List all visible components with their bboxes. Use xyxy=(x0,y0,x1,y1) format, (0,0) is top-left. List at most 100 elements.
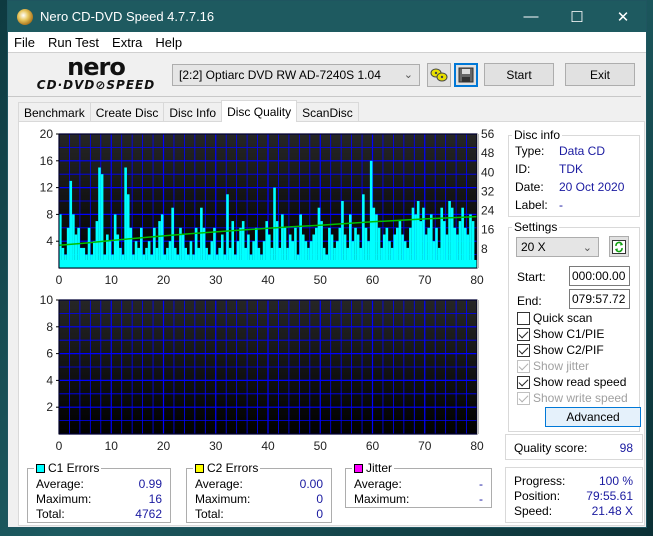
show-jitter-label: Show jitter xyxy=(533,359,590,373)
x-tick-label: 50 xyxy=(314,439,328,453)
c1-bar xyxy=(160,214,164,268)
logo-speed-text: CD·DVD⊘SPEED xyxy=(36,78,156,92)
x-tick-label: 30 xyxy=(209,273,223,287)
c2-maximum-value: 0 xyxy=(316,492,323,506)
x-tick-label: 60 xyxy=(366,439,380,453)
show-read-speed-label: Show read speed xyxy=(533,375,627,389)
menu-help[interactable]: Help xyxy=(155,35,182,50)
show-jitter-checkbox: Show jitter xyxy=(517,359,589,373)
c2-legend-swatch xyxy=(195,463,204,473)
c2-total-value: 0 xyxy=(316,507,323,521)
window-title: Nero CD-DVD Speed 4.7.7.16 xyxy=(40,9,215,24)
c2-chart-svg: 2 4 6 8 10 0 10 20 30 40 50 60 70 80 xyxy=(40,294,484,453)
show-c1-label: Show C1/PIE xyxy=(533,327,605,341)
c1-maximum-label: Maximum: xyxy=(36,492,92,506)
position-label: Position: xyxy=(514,489,561,503)
maximize-button[interactable]: ☐ xyxy=(554,1,600,32)
c1-bar xyxy=(429,214,433,268)
show-write-speed-box xyxy=(517,391,530,405)
x-tick-label: 30 xyxy=(209,439,223,453)
tab-disc-info[interactable]: Disc Info xyxy=(163,102,223,122)
disc-id-value: TDK xyxy=(559,162,583,176)
disc-label-value: - xyxy=(559,198,563,212)
c1-bar xyxy=(100,174,104,268)
end-label: End: xyxy=(517,294,542,308)
exit-button[interactable]: Exit xyxy=(565,63,635,86)
c2-chart: 2 4 6 8 10 0 10 20 30 40 50 60 70 80 xyxy=(23,294,503,460)
close-button[interactable]: ✕ xyxy=(600,1,646,32)
speed-select-value: 20 X xyxy=(521,240,546,254)
jitter-average-label: Average: xyxy=(354,477,402,491)
c1-bar xyxy=(72,214,75,268)
y-tick-label-left: 6 xyxy=(46,347,53,361)
drive-select[interactable]: [2:2] Optiarc DVD RW AD-7240S 1.04 ⌄ xyxy=(172,64,420,86)
y-tick-label-left: 2 xyxy=(46,400,53,414)
c1-bar xyxy=(299,214,302,268)
app-icon xyxy=(17,8,33,25)
y-tick-label-left: 12 xyxy=(40,181,54,195)
tab-benchmark[interactable]: Benchmark xyxy=(18,102,91,122)
y-tick-label-left: 20 xyxy=(40,128,54,141)
tab-scandisc[interactable]: ScanDisc xyxy=(296,102,359,122)
tab-create-disc[interactable]: Create Disc xyxy=(89,102,165,122)
disc-type-value: Data CD xyxy=(559,144,606,158)
c1-bar xyxy=(416,201,420,268)
tab-bar: Benchmark Create Disc Disc Info Disc Qua… xyxy=(18,100,359,122)
x-tick-label: 40 xyxy=(261,439,275,453)
c1-chart: 4 8 12 16 20 0 10 20 30 40 50 60 70 80 8 16 24 32 40 48 56 xyxy=(23,128,503,294)
speed-select[interactable]: 20 X ⌄ xyxy=(516,237,599,257)
show-read-speed-checkbox[interactable]: Show read speed xyxy=(517,375,626,389)
settings-title: Settings xyxy=(512,220,560,234)
x-tick-label: 80 xyxy=(470,273,484,287)
end-input[interactable]: 079:57.72 xyxy=(569,289,630,309)
start-label: Start: xyxy=(517,270,546,284)
progress-box: Progress: 100 % Position: 79:55.61 Speed… xyxy=(505,467,643,523)
c1-bar xyxy=(469,214,472,268)
minimize-button[interactable]: — xyxy=(508,1,554,32)
menu-run-test[interactable]: Run Test xyxy=(48,35,99,50)
start-button[interactable]: Start xyxy=(484,63,554,86)
quick-scan-checkbox[interactable]: Quick scan xyxy=(517,311,592,325)
c1-bar xyxy=(411,207,415,268)
c1-bar xyxy=(171,207,174,268)
y-tick-label-right: 32 xyxy=(481,184,495,198)
show-write-speed-checkbox: Show write speed xyxy=(517,391,628,405)
c1-bar xyxy=(200,207,203,268)
show-c2-checkbox[interactable]: Show C2/PIF xyxy=(517,343,604,357)
x-tick-label: 40 xyxy=(261,273,275,287)
c1-bar xyxy=(98,167,101,268)
x-tick-label: 20 xyxy=(157,273,171,287)
c1-bar xyxy=(281,214,284,268)
disc-label-label: Label: xyxy=(515,198,548,212)
jitter-label: Jitter xyxy=(366,461,393,475)
y-tick-label-left: 8 xyxy=(46,207,53,221)
c1-bar xyxy=(69,180,73,268)
refresh-speed-button[interactable] xyxy=(609,236,629,257)
disc-swap-button[interactable] xyxy=(427,63,451,87)
show-c1-checkbox[interactable]: Show C1/PIE xyxy=(517,327,604,341)
toolbar-divider xyxy=(8,96,641,97)
chevron-down-icon: ⌄ xyxy=(582,242,592,254)
c1-legend-swatch xyxy=(36,463,45,473)
jitter-title: Jitter xyxy=(352,461,395,475)
tab-disc-quality[interactable]: Disc Quality xyxy=(221,100,298,122)
x-tick-label: 70 xyxy=(418,273,432,287)
menu-extra[interactable]: Extra xyxy=(112,35,142,50)
x-tick-label: 50 xyxy=(314,273,328,287)
title-bar[interactable]: Nero CD-DVD Speed 4.7.7.16 — ☐ ✕ xyxy=(8,1,646,32)
save-button[interactable] xyxy=(454,63,478,87)
c1-bar xyxy=(422,207,425,268)
c1-bar xyxy=(375,214,378,268)
quality-score-label: Quality score: xyxy=(514,441,588,455)
menu-file[interactable]: File xyxy=(14,35,35,50)
c1-errors-box: C1 Errors Average: 0.99 Maximum: 16 Total:… xyxy=(27,461,171,523)
x-tick-label: 80 xyxy=(470,439,484,453)
show-jitter-box xyxy=(517,359,530,373)
logo-nero-text: nero xyxy=(67,53,126,81)
start-input[interactable]: 000:00.00 xyxy=(569,266,630,286)
c1-average-label: Average: xyxy=(36,477,84,491)
disc-date-value: 20 Oct 2020 xyxy=(559,180,625,194)
jitter-maximum-label: Maximum: xyxy=(354,492,410,506)
show-c1-box xyxy=(517,327,530,341)
advanced-button[interactable]: Advanced xyxy=(545,407,641,427)
